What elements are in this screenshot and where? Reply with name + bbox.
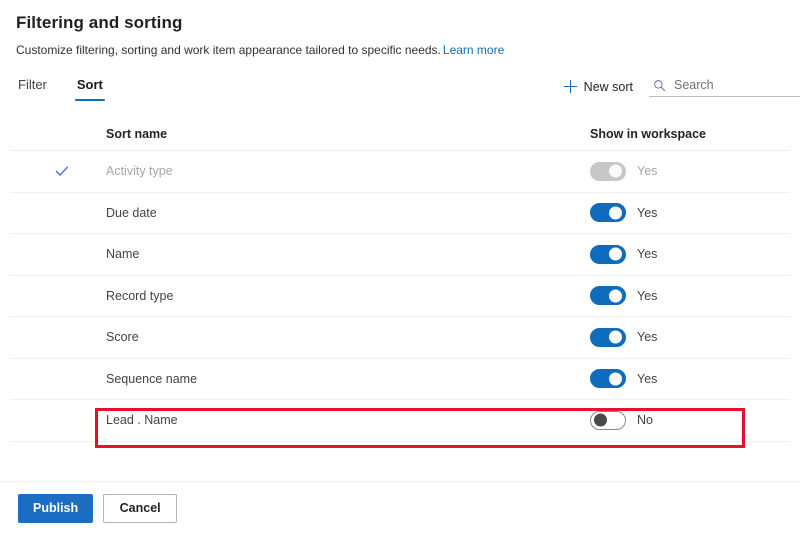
show-in-workspace-toggle [590,161,626,181]
row-name-label: Due date [106,205,157,220]
search-box[interactable] [649,76,800,97]
row-toggle-cell: Yes [590,203,790,223]
toggle-state-label: Yes [637,164,658,179]
row-name-cell: Sequence name [10,372,590,386]
cancel-button[interactable]: Cancel [103,493,178,523]
table-row[interactable]: Activity type Yes [10,151,790,193]
row-name-cell: Score [10,330,590,344]
table-body: Activity type Yes Due date Yes Name Yes Record… [10,151,790,442]
row-toggle-cell: Yes [590,244,790,264]
row-name-cell: Record type [10,289,590,303]
row-toggle-cell: No [590,410,790,430]
row-name-cell: Name [10,247,590,261]
show-in-workspace-toggle[interactable] [590,327,626,347]
table-row[interactable]: Name Yes [10,234,790,276]
table-header-row: Sort name Show in workspace [10,118,790,151]
row-toggle-cell: Yes [590,286,790,306]
toggle-knob [609,247,622,261]
toggle-knob [594,413,607,427]
row-name-cell: Due date [10,206,590,220]
learn-more-link[interactable]: Learn more [443,43,504,57]
toggle-state-label: Yes [637,371,658,386]
new-sort-button[interactable]: New sort [558,77,639,97]
row-name-cell: Activity type [10,164,590,178]
toggle-knob [609,372,622,386]
tab-list: Filter Sort [16,76,105,101]
toggle-knob [609,164,622,178]
table-row[interactable]: Record type Yes [10,276,790,317]
new-sort-label: New sort [583,79,633,94]
row-name-label: Score [106,330,139,345]
table-row[interactable]: Lead . Name No [10,400,790,442]
row-name-label: Record type [106,288,174,303]
row-name-cell: Lead . Name [10,413,590,427]
publish-button[interactable]: Publish [18,493,94,523]
table-row[interactable]: Due date Yes [10,193,790,234]
row-toggle-cell: Yes [590,327,790,347]
toggle-state-label: No [637,413,653,428]
show-in-workspace-toggle[interactable] [590,369,626,389]
sort-table: Sort name Show in workspace Activity typ… [10,118,790,442]
show-in-workspace-toggle[interactable] [590,244,626,264]
toggle-state-label: Yes [637,330,658,345]
tab-sort[interactable]: Sort [74,76,105,101]
row-toggle-cell: Yes [590,369,790,389]
row-toggle-cell: Yes [590,161,790,181]
search-icon [653,79,666,92]
toggle-state-label: Yes [637,205,658,220]
column-header-show-in-workspace: Show in workspace [590,127,707,141]
page-subtitle-text: Customize filtering, sorting and work it… [16,43,441,57]
row-name-label: Lead . Name [106,413,178,428]
row-name-label: Sequence name [106,371,198,386]
toggle-knob [609,289,622,303]
command-bar: Filter Sort New sort [0,76,800,110]
table-row[interactable]: Score Yes [10,317,790,359]
column-header-sort-name: Sort name [106,127,168,141]
toggle-knob [609,330,622,344]
page-subtitle: Customize filtering, sorting and work it… [16,42,784,58]
checkmark-icon [54,163,70,179]
plus-icon [563,80,577,93]
page-title: Filtering and sorting [16,13,183,32]
toggle-state-label: Yes [637,288,658,303]
command-actions: New sort [558,76,800,97]
row-name-label: Name [106,247,140,262]
show-in-workspace-toggle[interactable] [590,286,626,306]
search-input[interactable] [674,78,800,92]
show-in-workspace-toggle[interactable] [590,203,626,223]
table-row[interactable]: Sequence name Yes [10,359,790,400]
row-name-label: Activity type [106,164,173,179]
dialog-footer: Publish Cancel [0,481,800,534]
page-header: Filtering and sorting Customize filterin… [0,0,800,58]
tab-filter[interactable]: Filter [16,76,49,101]
toggle-knob [609,206,622,220]
toggle-state-label: Yes [637,247,658,262]
show-in-workspace-toggle[interactable] [590,410,626,430]
